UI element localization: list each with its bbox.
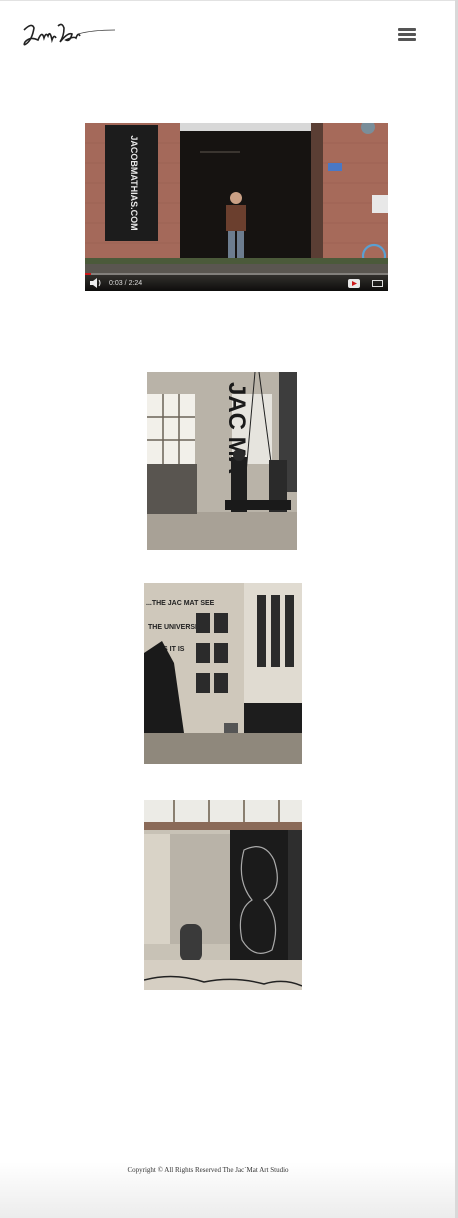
video-duration: 2:24 <box>128 279 143 287</box>
banner-sign-text: JACOBMATHIAS.COM <box>129 135 139 230</box>
page-top-border <box>0 0 458 1</box>
video-frame: JACOBMATHIAS.COM <box>85 123 388 291</box>
video-time-separator: / <box>124 279 127 287</box>
photo2-wall-text-1: ...THE JAC MAT SEE <box>146 600 215 607</box>
photo2-wall-text-2: THE UNIVERSE <box>148 624 200 631</box>
youtube-icon[interactable] <box>348 279 360 288</box>
gallery-photo-studio-swing[interactable]: JAC MA <box>147 372 297 550</box>
signature-logo-icon[interactable] <box>20 18 120 52</box>
video-current-time: 0:03 <box>109 279 123 287</box>
footer-copyright: Copyright © All Rights Reserved The Jac`… <box>127 1166 289 1174</box>
video-player[interactable]: JACOBMATHIAS.COM 0:03/2:24 <box>85 123 388 291</box>
fullscreen-icon[interactable] <box>372 280 383 287</box>
video-controls: 0:03/2:24 <box>85 275 388 291</box>
gallery-photo-exhibition-wall[interactable]: ...THE JAC MAT SEE THE UNIVERSE AS IT IS <box>144 583 302 764</box>
gallery-photo-studio-room[interactable] <box>144 800 302 990</box>
hamburger-menu-icon[interactable] <box>398 28 416 44</box>
volume-icon[interactable] <box>89 277 103 289</box>
